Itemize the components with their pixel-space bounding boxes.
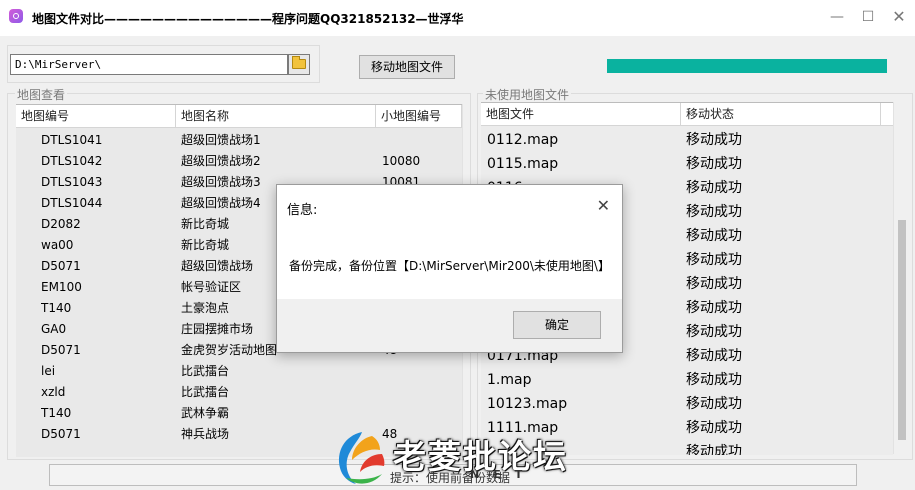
table-cell: 移动成功 <box>686 324 742 340</box>
table-cell: 移动成功 <box>686 132 742 148</box>
table-cell: 移动成功 <box>686 444 742 455</box>
table-cell: 移动成功 <box>686 252 742 268</box>
table-cell <box>382 361 462 382</box>
table-cell: DTLS1043 <box>41 175 103 189</box>
move-map-files-button[interactable]: 移动地图文件 <box>359 55 455 79</box>
table-cell: 比武擂台 <box>181 364 230 378</box>
table-cell: 超级回馈战场1 <box>181 133 261 147</box>
table-row[interactable]: 0115.map 移动成功 <box>481 152 893 176</box>
table-cell: 0115.map <box>487 156 559 172</box>
table-cell: 移动成功 <box>686 372 742 388</box>
dialog-ok-button[interactable]: 确定 <box>513 311 601 339</box>
info-dialog: 信息: ✕ 备份完成，备份位置【D:\MirServer\Mir200\未使用地… <box>276 184 623 353</box>
table-row[interactable]: 1.map 移动成功 <box>481 368 893 392</box>
window-title: 地图文件对比——————————————程序问题QQ321852132—世浮华 <box>32 12 464 26</box>
app-icon <box>9 9 23 23</box>
table-cell: DTLS1044 <box>41 196 103 210</box>
table-cell: 比武擂台 <box>181 385 230 399</box>
table-cell: T140 <box>41 406 72 420</box>
minimize-button[interactable]: — <box>822 4 852 30</box>
table-cell: D2082 <box>41 217 81 231</box>
table-cell: 移动成功 <box>686 420 742 436</box>
scrollbar-thumb[interactable] <box>898 220 906 440</box>
table-cell: 移动成功 <box>686 276 742 292</box>
table-cell: GA0 <box>41 322 67 336</box>
unused-file-list-column-header[interactable]: 地图文件 <box>481 103 681 125</box>
table-row[interactable]: 0112.map 移动成功 <box>481 128 893 152</box>
table-cell: 移动成功 <box>686 228 742 244</box>
map-list-column-header[interactable]: 小地图编号 <box>376 105 462 127</box>
table-row[interactable]: lei 比武擂台 <box>16 361 462 382</box>
table-cell: 移动成功 <box>686 204 742 220</box>
table-cell: D5071 <box>41 259 81 273</box>
table-cell <box>382 130 462 151</box>
unused-file-list-column-header[interactable]: 移动状态 <box>681 103 881 125</box>
table-cell: DTLS1042 <box>41 154 103 168</box>
unused-files-group-label: 未使用地图文件 <box>483 86 572 103</box>
table-cell: 移动成功 <box>686 396 742 412</box>
table-cell: D5071 <box>41 343 81 357</box>
table-row[interactable]: 10123.map 移动成功 <box>481 392 893 416</box>
dialog-body: 备份完成，备份位置【D:\MirServer\Mir200\未使用地图\】 <box>277 229 622 299</box>
table-cell <box>382 382 462 403</box>
server-path-input[interactable]: D:\MirServer\ <box>10 54 288 75</box>
map-view-group-label: 地图查看 <box>15 86 68 103</box>
table-row[interactable]: xzld 比武擂台 <box>16 382 462 403</box>
table-cell: 移动成功 <box>686 348 742 364</box>
unused-file-list-scrollbar[interactable] <box>893 102 910 454</box>
table-cell <box>382 403 462 424</box>
table-cell: xzld <box>41 385 66 399</box>
table-cell: T140 <box>41 301 72 315</box>
map-list-header: 地图编号 地图名称 小地图编号 <box>16 105 462 128</box>
table-cell: D5071 <box>41 427 81 441</box>
watermark-subtext: NET <box>470 468 537 481</box>
progress-bar <box>607 59 887 73</box>
title-bar: 地图文件对比——————————————程序问题QQ321852132—世浮华 … <box>0 0 915 36</box>
table-cell: 武林争霸 <box>181 406 230 420</box>
table-cell: 10123.map <box>487 396 568 412</box>
table-cell: 移动成功 <box>686 180 742 196</box>
folder-open-icon <box>292 56 306 69</box>
table-row[interactable]: DTLS1042 超级回馈战场2 10080 <box>16 151 462 172</box>
map-list-column-header[interactable]: 地图名称 <box>176 105 376 127</box>
table-cell: 10080 <box>382 154 421 168</box>
table-cell: EM100 <box>41 280 82 294</box>
dialog-title: 信息: <box>287 203 318 218</box>
dialog-header: 信息: ✕ <box>277 185 622 229</box>
unused-file-list-header: 地图文件 移动状态 <box>481 103 893 126</box>
table-cell: wa00 <box>41 238 74 252</box>
map-list-column-header[interactable]: 地图编号 <box>16 105 176 127</box>
table-cell: 超级回馈战场2 <box>181 154 261 168</box>
table-cell: 移动成功 <box>686 300 742 316</box>
watermark-logo-icon <box>338 432 385 484</box>
table-cell: DTLS1041 <box>41 133 103 147</box>
table-cell: 0112.map <box>487 132 559 148</box>
dialog-message: 备份完成，备份位置【D:\MirServer\Mir200\未使用地图\】 <box>289 259 610 273</box>
close-window-button[interactable]: ✕ <box>884 4 914 30</box>
maximize-button[interactable]: ☐ <box>853 4 883 30</box>
progress-fill <box>607 59 887 73</box>
table-cell: 移动成功 <box>686 156 742 172</box>
table-cell: lei <box>41 364 56 378</box>
table-cell: 1.map <box>487 372 532 388</box>
browse-folder-button[interactable] <box>288 54 310 75</box>
table-row[interactable]: DTLS1041 超级回馈战场1 <box>16 130 462 151</box>
table-row[interactable]: T140 武林争霸 <box>16 403 462 424</box>
dialog-close-icon[interactable]: ✕ <box>597 196 610 215</box>
